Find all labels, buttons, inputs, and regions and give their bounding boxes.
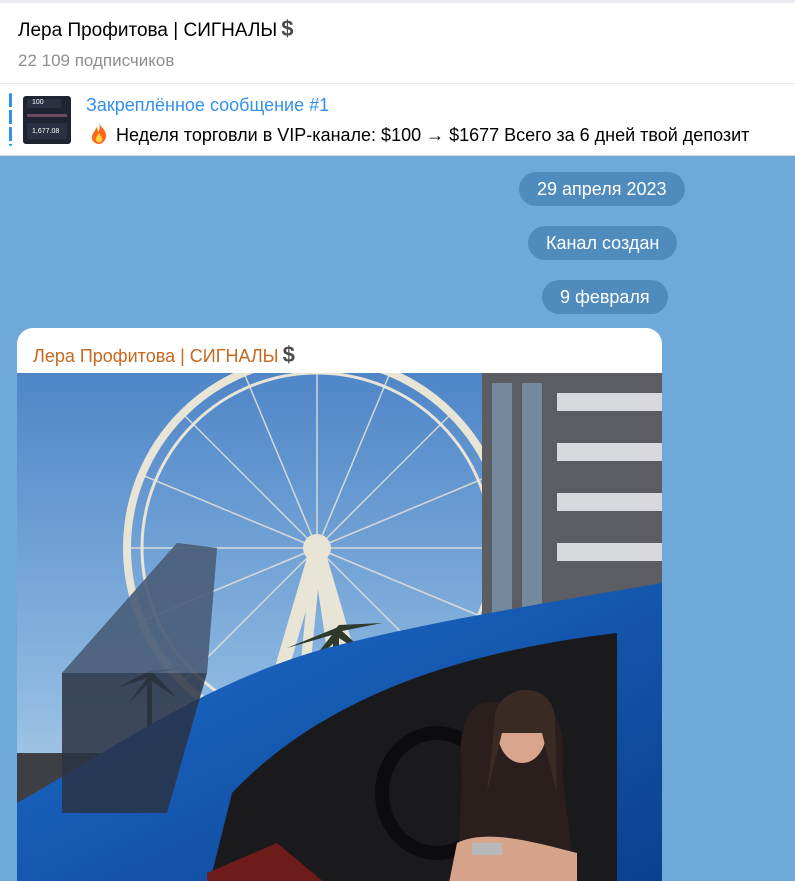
- channel-title: Лера Профитова | СИГНАЛЫ $: [18, 16, 294, 42]
- date-pill: 9 февраля: [542, 280, 668, 314]
- dollar-icon: $: [281, 16, 294, 41]
- message-author-name: Лера Профитова | СИГНАЛЫ: [33, 346, 279, 366]
- message-author[interactable]: Лера Профитова | СИГНАЛЫ $: [33, 342, 295, 368]
- pinned-text-content: Неделя торговли в VIP-канале: $100 → $16…: [116, 125, 750, 145]
- date-pill: 29 апреля 2023: [519, 172, 685, 206]
- pinned-label: Закреплённое сообщение #1: [86, 95, 330, 115]
- pinned-indicator: [9, 93, 12, 146]
- fire-icon: [88, 122, 110, 146]
- message-bubble[interactable]: Лера Профитова | СИГНАЛЫ $: [17, 328, 662, 881]
- dollar-icon: $: [282, 342, 295, 367]
- pinned-text: Неделя торговли в VIP-канале: $100 → $16…: [88, 122, 749, 146]
- message-photo[interactable]: [17, 373, 662, 881]
- channel-title-text: Лера Профитова | СИГНАЛЫ: [18, 20, 278, 41]
- service-message-channel-created: Канал создан: [528, 226, 678, 260]
- pinned-message-bar[interactable]: Закреплённое сообщение #1 Неделя торговл…: [0, 85, 795, 156]
- subscriber-count: 22 109 подписчиков: [18, 51, 175, 70]
- chart-thumbnail-icon: [23, 96, 71, 144]
- chat-area[interactable]: 29 апреля 2023 Канал создан 9 февраля Ле…: [0, 156, 795, 881]
- channel-header[interactable]: Лера Профитова | СИГНАЛЫ $ 22 109 подписч…: [0, 0, 795, 84]
